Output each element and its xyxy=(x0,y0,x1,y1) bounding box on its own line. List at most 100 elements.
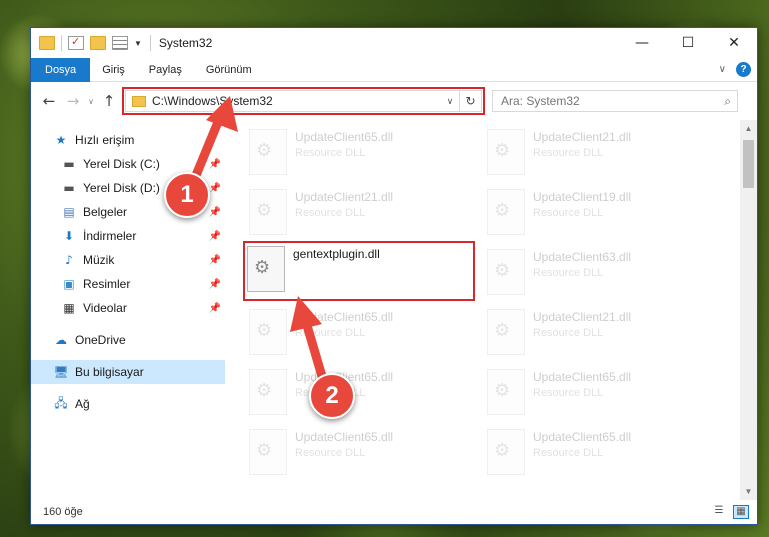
nav-label: Videolar xyxy=(83,301,127,315)
nav-item-pictures[interactable]: ▣ Resimler 📌 xyxy=(31,272,225,296)
window-title: System32 xyxy=(158,36,213,50)
step-badge-2: 2 xyxy=(309,373,355,419)
nav-item-local-disk-c[interactable]: ▬ Yerel Disk (C:) 📌 xyxy=(31,152,225,176)
file-name: gentextplugin.dll xyxy=(293,247,380,261)
pin-icon[interactable]: 📌 xyxy=(209,255,221,266)
nav-this-pc[interactable]: 🖥 Bu bilgisayar xyxy=(31,360,225,384)
dll-file-icon xyxy=(487,249,525,295)
nav-item-videos[interactable]: ▦ Videolar 📌 xyxy=(31,296,225,320)
ribbon-right: ∨ ? xyxy=(719,62,757,77)
nav-quick-access[interactable]: ★ Hızlı erişim xyxy=(31,128,225,152)
dll-file-icon xyxy=(249,369,287,415)
file-name: UpdateClient65.dll xyxy=(295,310,394,324)
chevron-down-icon[interactable]: ▼ xyxy=(134,39,142,48)
help-icon[interactable]: ? xyxy=(736,62,751,77)
address-field[interactable]: C:\Windows\System32 ∨ ↻ xyxy=(122,87,485,115)
chevron-down-icon[interactable]: ∨ xyxy=(441,96,459,107)
nav-item-music[interactable]: ♪ Müzik 📌 xyxy=(31,248,225,272)
nav-label: Müzik xyxy=(83,253,115,267)
file-item[interactable]: UpdateClient19.dll Resource DLL xyxy=(485,186,715,238)
nav-label: Belgeler xyxy=(83,205,128,219)
cloud-icon: ☁ xyxy=(55,333,67,347)
music-icon: ♪ xyxy=(65,253,73,267)
nav-gap xyxy=(31,384,225,392)
nav-onedrive[interactable]: ☁ OneDrive xyxy=(31,328,225,352)
scroll-up-icon[interactable]: ▲ xyxy=(740,120,757,137)
file-item[interactable]: UpdateClient65.dllResource DLL xyxy=(247,126,477,178)
status-bar: 160 öğe ☰ ▦ xyxy=(31,500,757,524)
search-input[interactable] xyxy=(501,94,711,108)
pin-icon[interactable]: 📌 xyxy=(209,231,221,242)
scroll-down-icon[interactable]: ▼ xyxy=(740,483,757,500)
file-name: UpdateClient65.dll xyxy=(533,430,632,444)
forward-button[interactable]: → xyxy=(61,92,85,110)
network-icon: 🖧 xyxy=(54,395,68,410)
nav-gap xyxy=(31,352,225,360)
dll-file-icon xyxy=(487,129,525,175)
file-item[interactable]: UpdateClient21.dll Resource DLL xyxy=(485,126,715,178)
nav-label: Bu bilgisayar xyxy=(75,365,144,379)
search-box[interactable]: ⌕ xyxy=(492,90,738,112)
file-item[interactable]: UpdateClient21.dll Resource DLL xyxy=(247,186,477,238)
folder-icon xyxy=(132,95,146,107)
tab-share[interactable]: Paylaş xyxy=(137,58,194,82)
nav-label: Yerel Disk (C:) xyxy=(83,157,160,171)
nav-item-downloads[interactable]: ⬇ İndirmeler 📌 xyxy=(31,224,225,248)
star-icon: ★ xyxy=(55,133,67,147)
refresh-icon[interactable]: ↻ xyxy=(459,91,481,111)
window-controls: — ☐ ✕ xyxy=(619,28,757,58)
recent-locations-icon[interactable]: ∨ xyxy=(85,97,97,106)
file-item[interactable]: UpdateClient65.dllResource DLL xyxy=(485,426,715,478)
item-count: 160 öğe xyxy=(43,506,83,518)
vertical-scrollbar[interactable]: ▲ ▼ xyxy=(740,120,757,500)
file-item-highlighted[interactable]: gentextplugin.dll xyxy=(243,241,475,301)
back-button[interactable]: ← xyxy=(37,92,61,110)
file-name: UpdateClient21.dll xyxy=(533,310,632,324)
tab-view[interactable]: Görünüm xyxy=(194,58,264,82)
nav-label: Resimler xyxy=(83,277,131,291)
customize-toolbar-icon[interactable] xyxy=(112,36,128,50)
pin-icon[interactable]: 📌 xyxy=(209,279,221,290)
pin-icon[interactable]: 📌 xyxy=(209,303,221,314)
new-folder-icon[interactable] xyxy=(90,36,106,50)
pin-icon[interactable]: 📌 xyxy=(209,207,221,218)
nav-label: Yerel Disk (D:) xyxy=(83,181,160,195)
file-item[interactable]: UpdateClient21.dll Resource DLL xyxy=(485,306,715,358)
file-item[interactable]: UpdateClient65.dllResource DLL xyxy=(247,306,477,358)
expand-ribbon-icon[interactable]: ∨ xyxy=(719,64,726,75)
dll-file-icon xyxy=(487,429,525,475)
file-item[interactable]: UpdateClient65.dllResource DLL xyxy=(247,366,477,418)
file-name: UpdateClient19.dll xyxy=(533,190,632,204)
properties-icon[interactable] xyxy=(68,35,84,50)
nav-network[interactable]: 🖧 Ağ xyxy=(31,392,225,416)
documents-icon: ▤ xyxy=(63,205,75,219)
dll-file-icon xyxy=(487,369,525,415)
tab-file[interactable]: Dosya xyxy=(31,57,91,82)
pin-icon[interactable]: 📌 xyxy=(209,159,221,170)
scrollbar-thumb[interactable] xyxy=(743,140,754,188)
search-icon[interactable]: ⌕ xyxy=(724,94,731,109)
tab-home[interactable]: Giriş xyxy=(90,58,137,82)
title-separator xyxy=(149,35,151,51)
close-button[interactable]: ✕ xyxy=(711,28,757,58)
dll-file-icon xyxy=(249,429,287,475)
maximize-button[interactable]: ☐ xyxy=(665,28,711,58)
file-name: UpdateClient65.dll xyxy=(295,430,394,444)
file-type: Resource DLL xyxy=(295,447,366,459)
details-view-icon[interactable]: ☰ xyxy=(711,505,727,519)
dll-file-icon xyxy=(249,129,287,175)
file-item[interactable]: UpdateClient65.dll Resource DLL xyxy=(247,426,477,478)
file-type: Resource DLL xyxy=(533,327,604,339)
file-name: UpdateClient63.dll xyxy=(533,250,632,264)
file-type: Resource DLL xyxy=(533,147,604,159)
up-button[interactable]: ↑ xyxy=(97,92,121,110)
file-item[interactable]: UpdateClient63.dll Resource DLL xyxy=(485,246,715,298)
minimize-button[interactable]: — xyxy=(619,28,665,58)
file-item[interactable]: UpdateClient65.dllResource DLL xyxy=(485,366,715,418)
large-icons-view-icon[interactable]: ▦ xyxy=(733,505,749,519)
dll-file-icon xyxy=(487,189,525,235)
nav-label: OneDrive xyxy=(75,333,126,347)
title-bar: ▼ System32 — ☐ ✕ xyxy=(31,28,757,58)
pin-icon[interactable]: 📌 xyxy=(209,183,221,194)
download-icon: ⬇ xyxy=(63,229,75,243)
